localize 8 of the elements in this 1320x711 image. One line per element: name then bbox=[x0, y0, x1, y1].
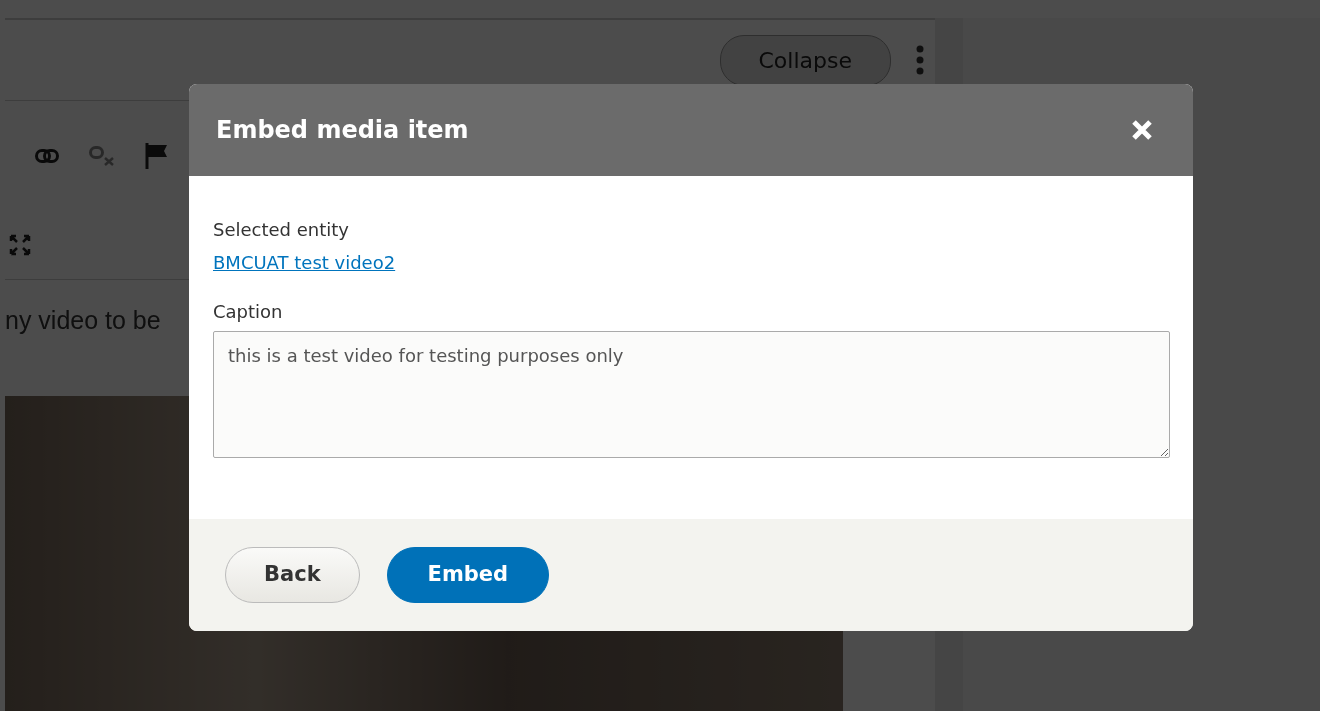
field-label: Caption bbox=[213, 300, 284, 324]
primary-button[interactable]: Embed bbox=[386, 547, 550, 603]
entity-link[interactable]: BMCUAT test video2 bbox=[213, 249, 396, 276]
secondary-button[interactable]: Back bbox=[225, 547, 360, 603]
editor-text: ny video to be bbox=[5, 306, 161, 334]
field-label: Selected entity bbox=[213, 218, 350, 242]
dialog-title: Embed media item bbox=[216, 115, 469, 145]
caption-field[interactable]: this is a test video for testing purposes only bbox=[213, 331, 1170, 458]
